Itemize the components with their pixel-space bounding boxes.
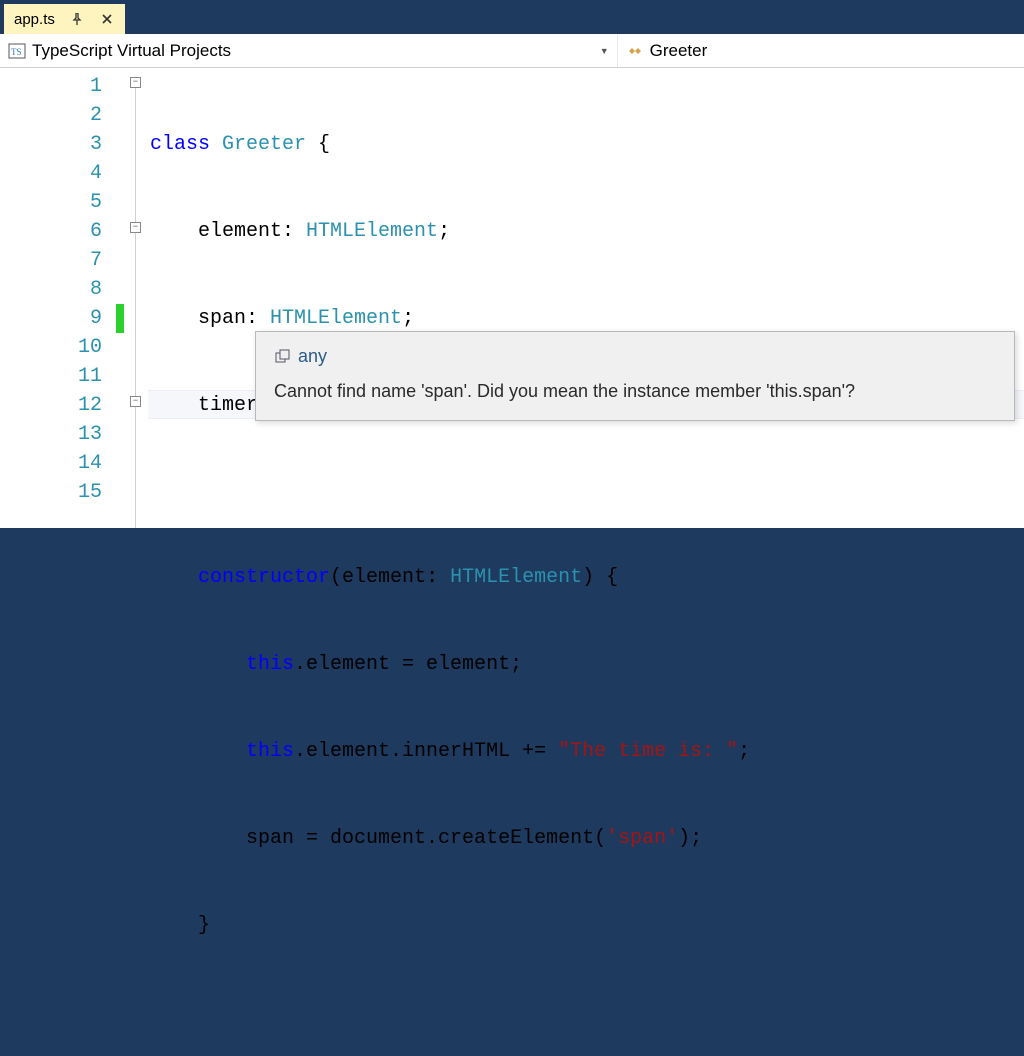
project-scope-label: TypeScript Virtual Projects <box>32 41 231 61</box>
tooltip-message: Cannot find name 'span'. Did you mean th… <box>274 381 996 402</box>
error-squiggle: span <box>246 827 294 850</box>
code-line: constructor(element: HTMLElement) { <box>148 563 1024 592</box>
line-number: 2 <box>0 101 102 130</box>
close-icon[interactable] <box>99 11 115 27</box>
line-number: 3 <box>0 130 102 159</box>
code-line: span: HTMLElement; <box>148 304 1024 333</box>
fold-guide-line <box>135 82 136 528</box>
file-tab-active[interactable]: app.ts <box>4 4 125 34</box>
line-number: 13 <box>0 420 102 449</box>
pin-icon[interactable] <box>69 11 85 27</box>
code-line: class Greeter { <box>148 130 1024 159</box>
tab-filename: app.ts <box>14 11 55 28</box>
line-number: 10 <box>0 333 102 362</box>
code-line: span = document.createElement('span'); <box>148 824 1024 853</box>
code-line: element: HTMLElement; <box>148 217 1024 246</box>
fold-toggle[interactable]: − <box>130 396 141 407</box>
code-line <box>148 998 1024 1027</box>
code-line <box>148 476 1024 505</box>
line-number: 7 <box>0 246 102 275</box>
tab-strip: app.ts <box>0 0 1024 34</box>
navigation-bar: TS TypeScript Virtual Projects ▼ Greeter <box>0 34 1024 68</box>
line-number: 1 <box>0 72 102 101</box>
code-line: this.element.innerHTML += "The time is: … <box>148 737 1024 766</box>
line-number: 11 <box>0 362 102 391</box>
class-icon <box>626 42 644 60</box>
line-number: 4 <box>0 159 102 188</box>
code-line: this.element = element; <box>148 650 1024 679</box>
line-number: 15 <box>0 478 102 507</box>
code-editor[interactable]: 1 2 3 4 5 6 7 8 9 10 11 12 13 14 15 − − … <box>0 68 1024 528</box>
fold-column: − − − <box>124 68 148 528</box>
line-number-gutter: 1 2 3 4 5 6 7 8 9 10 11 12 13 14 15 <box>0 68 124 528</box>
fold-toggle[interactable]: − <box>130 222 141 233</box>
svg-text:TS: TS <box>11 47 22 57</box>
project-scope-dropdown[interactable]: TS TypeScript Virtual Projects ▼ <box>0 34 618 67</box>
member-scope-label: Greeter <box>650 41 708 61</box>
tooltip-kind: any <box>298 346 327 367</box>
error-tooltip: any Cannot find name 'span'. Did you mea… <box>255 331 1015 421</box>
member-scope-dropdown[interactable]: Greeter <box>618 34 1024 67</box>
ts-project-icon: TS <box>8 42 26 60</box>
tooltip-header: any <box>274 346 996 367</box>
change-marker <box>116 304 124 333</box>
stack-icon <box>274 348 292 366</box>
line-number: 6 <box>0 217 102 246</box>
code-line: } <box>148 911 1024 940</box>
line-number: 12 <box>0 391 102 420</box>
line-number: 9 <box>0 304 102 333</box>
line-number: 5 <box>0 188 102 217</box>
code-area[interactable]: class Greeter { element: HTMLElement; sp… <box>148 68 1024 528</box>
line-number: 14 <box>0 449 102 478</box>
chevron-down-icon: ▼ <box>600 46 609 56</box>
fold-toggle[interactable]: − <box>130 77 141 88</box>
line-number: 8 <box>0 275 102 304</box>
